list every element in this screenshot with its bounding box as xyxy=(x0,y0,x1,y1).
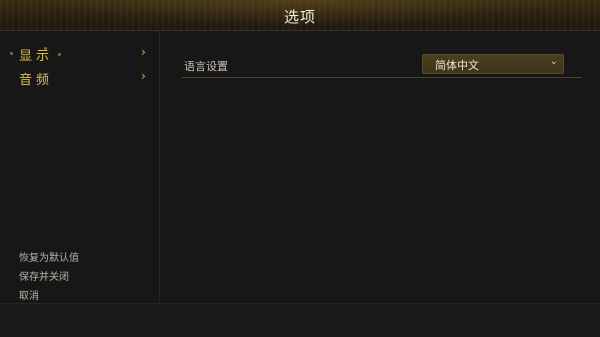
language-setting-label: 语言设置 xyxy=(184,60,228,73)
options-screen: 选项 显示 › 音频 › 恢复为默认值 保存并关闭 取消 语言设置 简体中文 ⌄ xyxy=(0,0,600,337)
settings-panel: 语言设置 简体中文 ⌄ xyxy=(160,31,600,303)
chevron-right-icon: › xyxy=(141,69,146,83)
page-title: 选项 xyxy=(283,8,316,26)
footer-bar xyxy=(0,303,600,337)
chevron-down-icon: ⌄ xyxy=(549,56,558,67)
language-dropdown-value: 简体中文 xyxy=(435,59,479,72)
save-and-close-button[interactable]: 保存并关闭 xyxy=(19,268,69,283)
sparkle-decoration xyxy=(44,47,47,50)
sparkle-decoration xyxy=(10,52,13,55)
language-dropdown[interactable]: 简体中文 ⌄ xyxy=(422,54,564,74)
title-bar: 选项 xyxy=(0,0,600,31)
sidebar: 显示 › 音频 › 恢复为默认值 保存并关闭 取消 xyxy=(0,31,160,303)
sidebar-item-audio[interactable]: 音频 › xyxy=(0,67,159,88)
chevron-right-icon: › xyxy=(141,45,146,59)
sparkle-decoration xyxy=(58,53,61,56)
sidebar-item-label: 音频 xyxy=(19,73,54,88)
language-setting-row: 语言设置 简体中文 ⌄ xyxy=(182,53,582,78)
restore-defaults-button[interactable]: 恢复为默认值 xyxy=(19,249,79,264)
sidebar-item-display[interactable]: 显示 › xyxy=(0,43,159,64)
cancel-button[interactable]: 取消 xyxy=(19,287,39,302)
sidebar-item-label: 显示 xyxy=(19,49,54,64)
